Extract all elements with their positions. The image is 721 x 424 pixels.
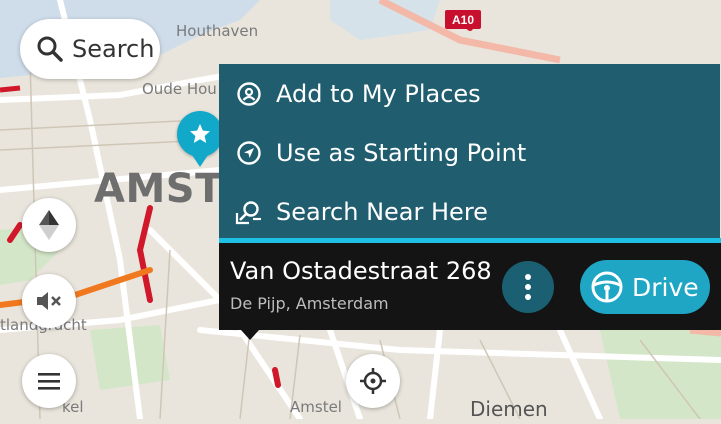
search-near-icon xyxy=(234,197,264,227)
menu-item-add-to-my-places[interactable]: Add to My Places xyxy=(219,65,720,123)
steering-wheel-icon xyxy=(590,270,624,304)
star-icon xyxy=(190,124,210,143)
map-label-oude-houthaven: Oude Hou xyxy=(142,80,217,98)
place-pin-icon xyxy=(234,79,264,109)
road-badge-a10: A10 xyxy=(445,10,481,29)
compass-icon xyxy=(39,210,59,240)
menu-item-label: Add to My Places xyxy=(276,80,481,108)
favorite-marker[interactable] xyxy=(177,111,223,167)
location-panel: Van Ostadestraat 268 De Pijp, Amsterdam … xyxy=(219,243,721,330)
map-label-houthaven: Houthaven xyxy=(176,22,259,40)
menu-item-use-as-starting-point[interactable]: Use as Starting Point xyxy=(219,124,720,182)
map-label-diemen: Diemen xyxy=(470,397,548,421)
map-label-amstel: Amstel xyxy=(290,398,342,416)
speaker-muted-icon xyxy=(37,292,61,310)
recenter-button[interactable] xyxy=(346,354,400,408)
drive-label: Drive xyxy=(632,272,699,302)
menu-item-search-near-here[interactable]: Search Near Here xyxy=(219,183,720,241)
location-address: Van Ostadestraat 268 xyxy=(230,257,492,285)
more-vertical-icon xyxy=(525,274,531,300)
more-options-button[interactable] xyxy=(502,261,554,313)
drive-button[interactable]: Drive xyxy=(580,260,710,314)
search-button[interactable]: Search xyxy=(20,19,160,79)
main-menu-button[interactable] xyxy=(22,354,76,408)
panel-pointer xyxy=(241,330,259,340)
location-popup-menu: Add to My Places Use as Starting Point S… xyxy=(219,64,720,242)
compass-button[interactable] xyxy=(22,198,76,252)
search-icon xyxy=(36,35,64,63)
menu-item-label: Search Near Here xyxy=(276,198,488,226)
location-area: De Pijp, Amsterdam xyxy=(230,294,389,313)
search-label: Search xyxy=(72,35,155,63)
crosshair-icon xyxy=(360,368,386,394)
navigation-arrow-icon xyxy=(234,138,264,168)
hamburger-menu-icon xyxy=(38,373,60,390)
mute-button[interactable] xyxy=(22,274,76,328)
menu-item-label: Use as Starting Point xyxy=(276,139,527,167)
